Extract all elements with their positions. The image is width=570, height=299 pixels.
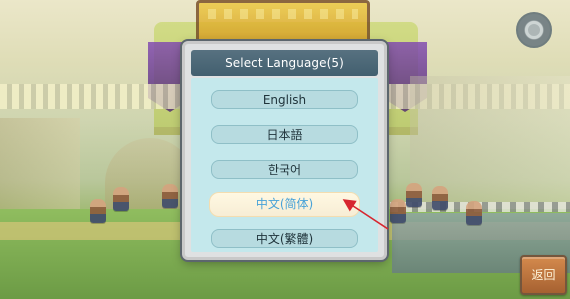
- soldier-sprite: [406, 183, 422, 207]
- soldier-sprite: [390, 199, 406, 223]
- dialog-title: Select Language(5): [191, 50, 378, 76]
- settings-gear-icon[interactable]: [516, 12, 552, 48]
- soldier-sprite: [466, 201, 482, 225]
- language-option-traditional-chinese[interactable]: 中文(繁體): [211, 229, 358, 248]
- language-option-japanese[interactable]: 日本語: [211, 125, 358, 144]
- language-option-simplified-chinese[interactable]: 中文(简体): [209, 192, 360, 217]
- language-list-panel: English 日本語 한국어 中文(简体) 中文(繁體): [191, 78, 378, 252]
- gear-center-icon: [525, 21, 543, 39]
- soldier-sprite: [432, 186, 448, 210]
- villager-sprite: [162, 184, 178, 208]
- right-banner-decoration: [383, 42, 427, 112]
- language-selection-dialog: Select Language(5) English 日本語 한국어 中文(简体…: [182, 41, 387, 260]
- villager-sprite: [113, 187, 129, 211]
- castle-logo-sign: [196, 0, 370, 43]
- villager-sprite: [90, 199, 106, 223]
- game-screen: Select Language(5) English 日本語 한국어 中文(简体…: [0, 0, 570, 299]
- return-button[interactable]: 返回: [520, 255, 567, 295]
- left-building-background: [0, 118, 80, 233]
- language-option-english[interactable]: English: [211, 90, 358, 109]
- language-option-korean[interactable]: 한국어: [211, 160, 358, 179]
